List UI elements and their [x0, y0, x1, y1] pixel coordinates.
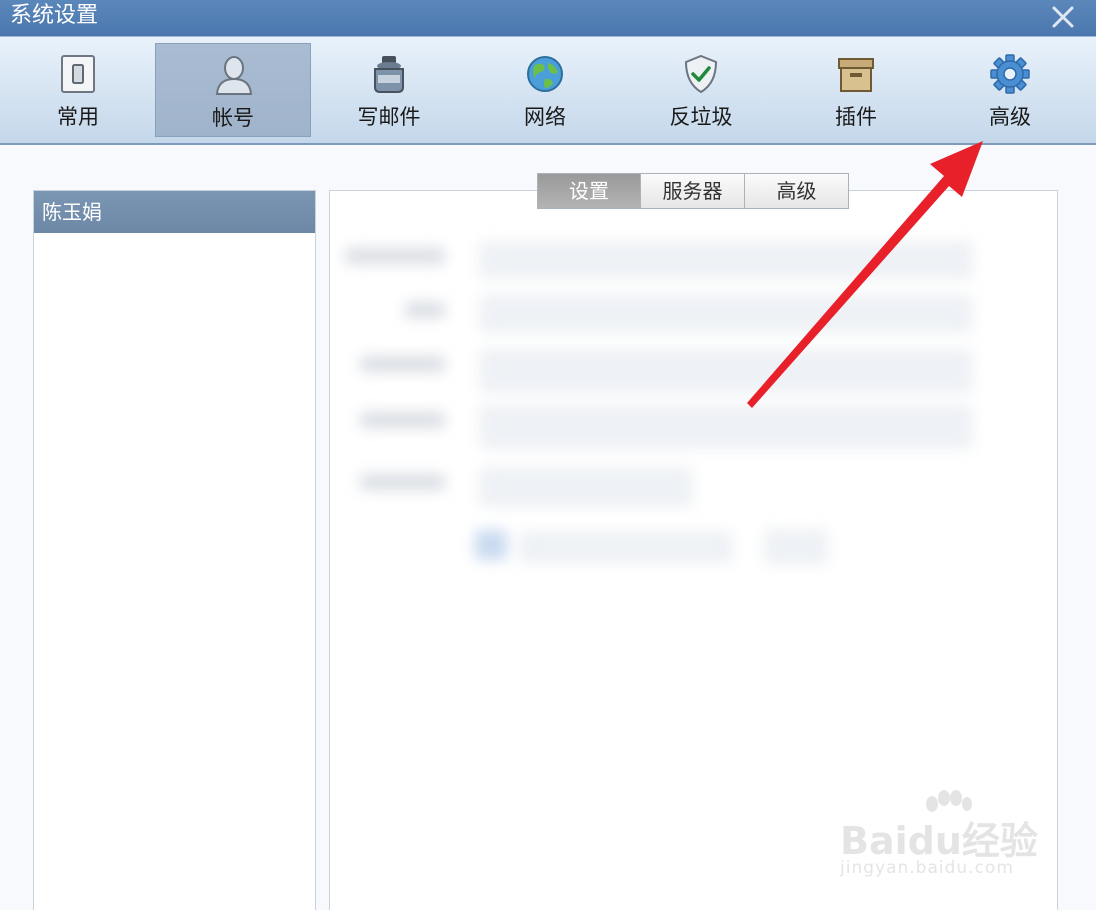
toolbar-item-label: 帐号 — [212, 106, 254, 130]
toolbar-item-account[interactable]: 帐号 — [155, 43, 311, 137]
toolbar-item-compose[interactable]: 写邮件 — [311, 43, 467, 137]
toolbar-item-general[interactable]: 常用 — [0, 43, 156, 137]
toolbar-item-label: 网络 — [524, 105, 566, 129]
toolbar-item-plugins[interactable]: 插件 — [778, 43, 934, 137]
toolbar-item-label: 高级 — [989, 105, 1031, 129]
tab-advanced[interactable]: 高级 — [745, 173, 849, 209]
user-icon — [214, 54, 254, 96]
toolbar-item-label: 常用 — [57, 105, 99, 129]
account-list: 陈玉娟 — [33, 190, 316, 910]
toolbar-item-antispam[interactable]: 反垃圾 — [623, 43, 779, 137]
settings-toolbar: 常用 帐号 写邮件 网络 反垃圾 插件 高级 — [0, 36, 1096, 145]
watermark-url: jingyan.baidu.com — [840, 858, 1014, 878]
tab-server[interactable]: 服务器 — [641, 173, 745, 209]
close-icon[interactable] — [1048, 2, 1078, 32]
toolbar-item-advanced[interactable]: 高级 — [932, 43, 1088, 137]
window-title: 系统设置 — [10, 3, 99, 28]
title-bar: 系统设置 — [0, 0, 1096, 36]
switch-icon — [58, 53, 98, 95]
toolbar-item-label: 插件 — [835, 105, 877, 129]
toolbar-item-label: 反垃圾 — [669, 105, 733, 129]
toolbar-item-label: 写邮件 — [357, 105, 421, 129]
account-item[interactable]: 陈玉娟 — [34, 191, 315, 233]
watermark-brand: Baidu经验 — [840, 819, 1038, 863]
obscured-form — [335, 218, 1005, 608]
toolbar-item-network[interactable]: 网络 — [467, 43, 623, 137]
settings-tabs: 设置 服务器 高级 — [537, 173, 849, 209]
gear-icon — [990, 53, 1030, 95]
globe-icon — [525, 53, 565, 95]
ink-bottle-icon — [369, 53, 409, 95]
shield-check-icon — [681, 53, 721, 95]
tab-settings[interactable]: 设置 — [537, 173, 641, 209]
watermark: Baidu经验 jingyan.baidu.com — [838, 790, 1048, 890]
box-icon — [836, 53, 876, 95]
account-name: 陈玉娟 — [42, 200, 102, 224]
